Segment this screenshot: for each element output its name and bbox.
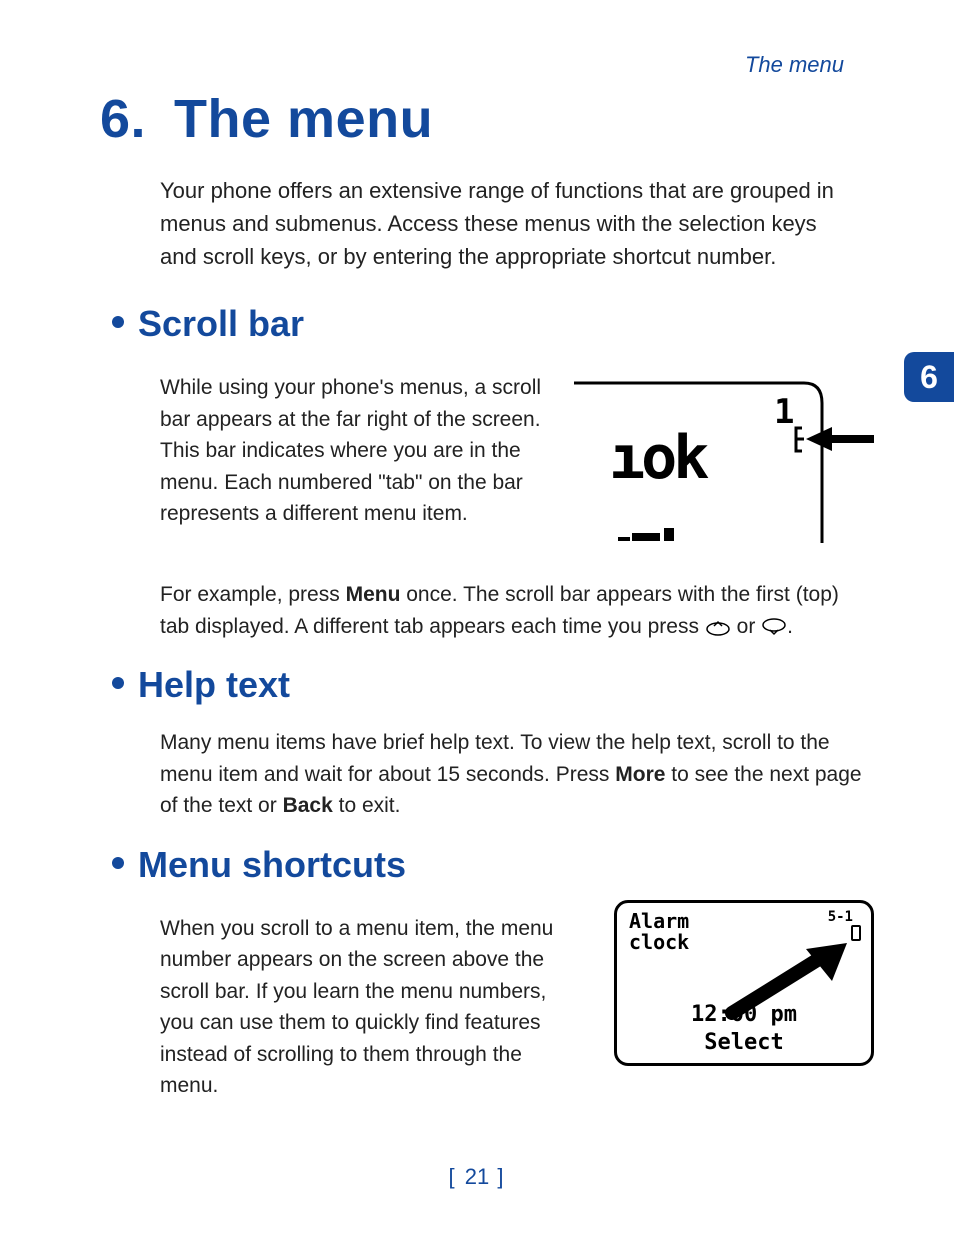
text-fragment: . [787,615,793,638]
lcd-screen: Alarm clock 5-1 12:00 pm Select [614,900,874,1066]
lcd-menu-number: 5-1 [828,909,853,925]
section-scroll-bar: Scroll bar While using your phone's menu… [112,303,874,642]
section-heading-help-text: Help text [112,664,874,706]
figure-alarm-clock: Alarm clock 5-1 12:00 pm Select [614,900,874,1066]
chapter-tab: 6 [904,352,954,402]
section-heading-menu-shortcuts: Menu shortcuts [112,844,874,886]
bold-more: More [615,763,665,786]
menu-shortcuts-para: When you scroll to a menu item, the menu… [160,913,584,1102]
page-number-value: 21 [465,1164,489,1189]
section-heading-scroll-bar: Scroll bar [112,303,874,345]
text-fragment: For example, press [160,583,346,606]
bold-back: Back [283,794,333,817]
chapter-title: 6. The menu [100,88,874,150]
figure-scroll-bar: 1 ıok [574,373,874,558]
page-number: [ 21 ] [0,1164,954,1190]
intro-paragraph: Your phone offers an extensive range of … [160,174,854,273]
running-head: The menu [100,52,874,78]
lcd-softkey: Select [617,1030,871,1055]
lcd-scroll-marker-icon [851,925,861,941]
section-menu-shortcuts: Menu shortcuts When you scroll to a menu… [112,844,874,1123]
section-help-text: Help text Many menu items have brief hel… [112,664,874,822]
scroll-down-key-icon [761,618,787,636]
bullet-icon [112,857,124,869]
lcd-title: Alarm clock [629,911,689,953]
section-heading-text: Menu shortcuts [138,844,406,885]
lcd-time: 12:00 pm [617,1002,871,1027]
scroll-up-key-icon [705,618,731,636]
section-heading-text: Scroll bar [138,303,304,344]
text-fragment: to exit. [333,794,401,817]
scroll-bar-para-1: While using your phone's menus, a scroll… [160,372,544,530]
chapter-title-text: The menu [174,89,433,149]
bullet-icon [112,316,124,328]
chapter-number: 6. [100,89,146,149]
bold-menu: Menu [346,583,401,606]
section-heading-text: Help text [138,664,290,705]
text-fragment: or [737,615,762,638]
lcd-title-line2: clock [629,930,689,954]
help-text-para: Many menu items have brief help text. To… [160,727,864,822]
scroll-figure-text: ıok [609,423,709,493]
scroll-tab-number: 1 [774,392,794,432]
bullet-icon [112,677,124,689]
scroll-bar-para-2: For example, press Menu once. The scroll… [160,579,864,642]
